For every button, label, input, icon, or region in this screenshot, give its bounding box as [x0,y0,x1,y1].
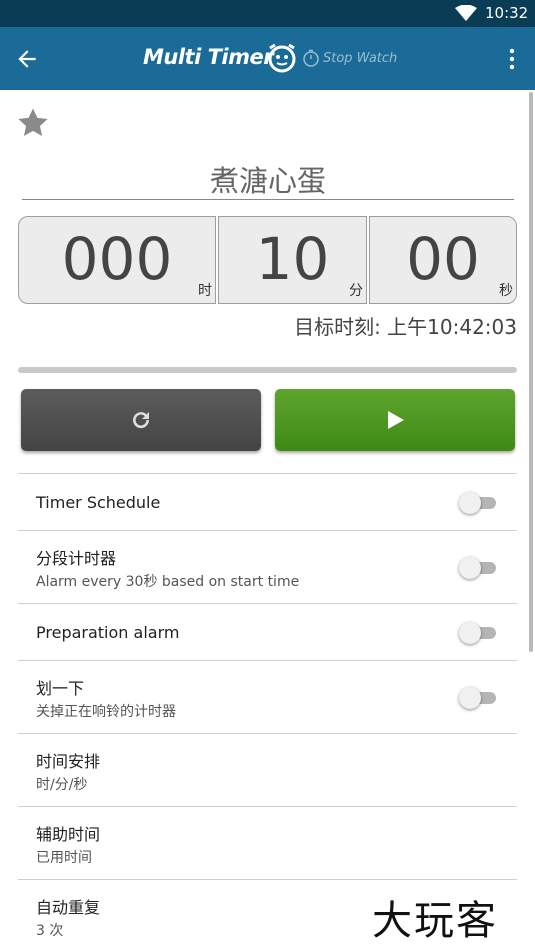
wifi-icon [455,5,477,21]
settings-list: Timer Schedule 分段计时器 Alarm every 30秒 bas… [18,473,517,951]
minutes-field[interactable]: 10 分 [218,216,367,304]
refresh-icon [133,412,150,429]
seconds-value: 00 [406,225,480,293]
reset-button[interactable] [21,389,261,451]
setting-subtitle: 关掉正在响铃的计时器 [36,704,176,720]
stopwatch-icon[interactable] [302,49,320,67]
hours-field[interactable]: 000 时 [18,216,216,304]
setting-title: 划一下 [36,679,85,698]
setting-preparation-alarm[interactable]: Preparation alarm [18,604,517,661]
toggle-switch[interactable] [459,687,497,709]
seconds-unit: 秒 [499,283,513,299]
app-bar: Multi Timer Stop Watch [0,27,535,90]
setting-title: 分段计时器 [36,549,117,568]
setting-title: Timer Schedule [36,493,161,512]
seconds-field[interactable]: 00 秒 [369,216,517,304]
arrow-left-icon[interactable] [14,46,40,72]
stopwatch-tab[interactable]: Stop Watch [323,51,397,66]
target-time: 目标时刻: 上午10:42:03 [294,315,517,339]
setting-subtitle: 已用时间 [36,850,92,866]
app-title: Multi Timer [143,45,274,69]
star-icon[interactable] [16,106,50,140]
timer-name-field[interactable]: 煮溏心蛋 [22,158,514,200]
setting-time-format[interactable]: 时间安排 时/分/秒 [18,734,517,807]
setting-swipe-dismiss[interactable]: 划一下 关掉正在响铃的计时器 [18,661,517,734]
toggle-switch[interactable] [459,557,497,579]
minutes-value: 10 [255,225,330,293]
hours-value: 000 [61,225,173,293]
watermark-logo: 大玩客 [372,898,498,944]
status-bar: 10:32 [0,0,535,27]
more-vert-icon[interactable] [505,47,519,71]
setting-subtitle: 时/分/秒 [36,777,88,793]
scrollbar[interactable] [529,92,533,652]
hours-unit: 时 [198,283,212,299]
setting-aux-time[interactable]: 辅助时间 已用时间 [18,807,517,880]
status-time: 10:32 [485,4,529,22]
timer-logo-icon [268,43,296,73]
setting-interval-timer[interactable]: 分段计时器 Alarm every 30秒 based on start tim… [18,531,517,604]
minutes-unit: 分 [349,283,363,299]
setting-title: 时间安排 [36,752,101,771]
toggle-switch[interactable] [459,492,497,514]
start-button[interactable] [275,389,515,451]
toggle-switch[interactable] [459,622,497,644]
setting-title: 辅助时间 [36,825,101,844]
play-icon [388,411,404,429]
setting-subtitle: Alarm every 30秒 based on start time [36,574,300,590]
progress-bar [18,367,517,373]
setting-title: Preparation alarm [36,623,180,642]
setting-timer-schedule[interactable]: Timer Schedule [18,474,517,531]
